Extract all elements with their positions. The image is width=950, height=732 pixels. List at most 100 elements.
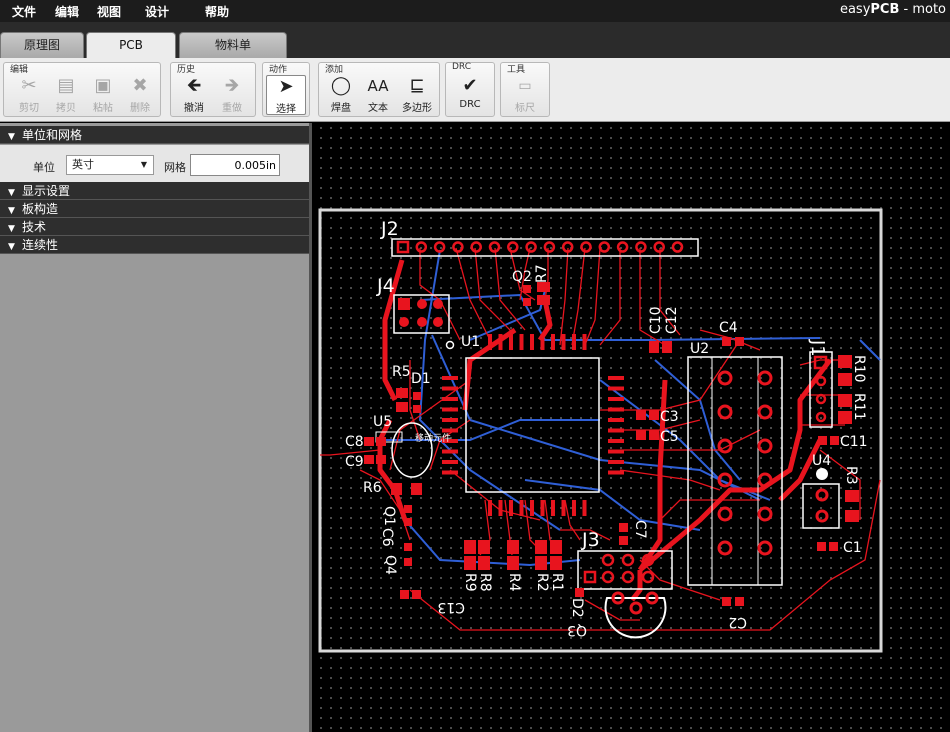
j2-pads xyxy=(396,240,684,254)
ref-r9: R9 xyxy=(462,573,478,592)
j2-pad xyxy=(635,241,647,253)
u1-pad xyxy=(530,334,534,350)
unit-select[interactable]: 英寸 ▼ xyxy=(66,155,154,175)
u1-pad xyxy=(608,470,624,475)
ref-c12: C12 xyxy=(664,306,680,334)
undo-button[interactable]: 🡸 撤消 xyxy=(174,75,214,115)
u1-pad xyxy=(442,407,458,412)
u1-pad xyxy=(572,334,576,350)
toolbar: 编辑 ✂ 剪切 ▤ 拷贝 ▣ 粘帖 ✖ 删除 历史 🡸 撤消 🡺 重做 动作 ➤… xyxy=(0,58,950,122)
redo-button[interactable]: 🡺 重做 xyxy=(212,75,252,115)
u1-pin1-marker xyxy=(445,340,455,350)
j2-pad xyxy=(525,241,537,253)
u1-pad xyxy=(442,428,458,433)
ref-u5: U5 xyxy=(373,414,392,430)
text-icon: AA xyxy=(367,77,389,95)
group-title: 编辑 xyxy=(10,65,29,75)
tab-pcb[interactable]: PCB xyxy=(86,32,176,58)
menu-design[interactable]: 设计 xyxy=(145,3,169,20)
u1-pad xyxy=(442,376,458,380)
section-technology[interactable]: ▼ 技术 xyxy=(0,218,309,236)
delete-button[interactable]: ✖ 删除 xyxy=(120,75,160,115)
pad-button[interactable]: ◯ 焊盘 xyxy=(321,75,361,115)
j2-pad xyxy=(653,241,665,253)
u1-pad xyxy=(608,386,624,391)
ref-q2: Q2 xyxy=(512,269,532,285)
ref-q1: Q1 xyxy=(381,506,397,526)
drc-button[interactable]: ✔ DRC xyxy=(450,75,490,115)
ref-j3: J3 xyxy=(581,529,600,551)
ref-c3: C3 xyxy=(660,409,679,425)
section-units-grid[interactable]: ▼ 单位和网格 xyxy=(0,126,309,144)
u1-pad xyxy=(540,500,545,516)
scissors-icon: ✂ xyxy=(21,75,37,96)
u1-pad xyxy=(608,439,624,443)
ref-c7: C7 xyxy=(632,520,648,539)
u1-pad xyxy=(608,428,624,433)
section-board-construction[interactable]: ▼ 板构造 xyxy=(0,200,309,218)
ref-r10: R10 xyxy=(851,355,867,383)
j2-pad xyxy=(488,241,501,253)
ref-c2: C2 xyxy=(728,614,747,630)
u1-pad xyxy=(442,460,458,464)
properties-panel: ▼单位和网格 单位 英寸 ▼ 网格 ▼显示设置 ▼板构造 ▼技术 ▼连续性 xyxy=(0,123,312,732)
menu-view[interactable]: 视图 xyxy=(97,3,121,20)
ref-j4: J4 xyxy=(376,275,395,297)
ruler-button[interactable]: ▭ 标尺 xyxy=(505,75,545,115)
u1-pad xyxy=(519,334,524,350)
ref-r8: R8 xyxy=(477,573,493,592)
menu-file[interactable]: 文件 xyxy=(12,3,36,20)
pad-circle-icon: ◯ xyxy=(330,75,352,96)
grid-label: 网格 xyxy=(164,161,186,174)
grid-size-input[interactable] xyxy=(190,154,280,176)
polygon-button[interactable]: ⊑ 多边形 xyxy=(397,75,437,115)
u1-pad xyxy=(509,500,513,516)
ref-c13: C13 xyxy=(437,599,465,615)
tab-schematic[interactable]: 原理图 xyxy=(0,32,84,58)
u1-pad xyxy=(561,334,566,350)
u4-pads xyxy=(815,488,829,523)
menu-edit[interactable]: 编辑 xyxy=(55,3,79,20)
cut-button[interactable]: ✂ 剪切 xyxy=(9,75,49,115)
paste-button[interactable]: ▣ 粘帖 xyxy=(83,75,123,115)
u1-pad xyxy=(509,334,513,350)
u1-pad xyxy=(498,334,503,350)
j2-pad xyxy=(671,241,684,253)
toolbar-group-history: 历史 🡸 撤消 🡺 重做 xyxy=(170,62,256,117)
ref-d2: D2 xyxy=(569,598,585,618)
j2-pad xyxy=(543,241,556,253)
u1-pad xyxy=(442,449,458,454)
u1-pad xyxy=(540,334,545,350)
delete-x-icon: ✖ xyxy=(132,75,148,96)
text-button[interactable]: AA 文本 xyxy=(358,75,398,115)
pcb-canvas[interactable]: J2 J4 Q2 R7 U1 C10 C12 C4 U2 J1 R10 R11 … xyxy=(316,123,950,732)
board-outline xyxy=(318,208,883,653)
ref-r2: R2 xyxy=(534,573,550,592)
u1-pad xyxy=(498,500,503,516)
ref-c6: C6 xyxy=(379,528,395,547)
ref-q3: Q3 xyxy=(567,622,587,638)
u1-pad xyxy=(530,500,534,516)
section-connectivity[interactable]: ▼ 连续性 xyxy=(0,236,309,254)
polygon-icon: ⊑ xyxy=(409,75,425,96)
pcb-drawing[interactable]: J2 J4 Q2 R7 U1 C10 C12 C4 U2 J1 R10 R11 … xyxy=(316,123,950,732)
select-button[interactable]: ➤ 选择 xyxy=(266,75,306,115)
u1-pad xyxy=(442,418,458,422)
toolbar-group-action: 动作 ➤ 选择 xyxy=(262,62,310,117)
j2-pad xyxy=(507,241,519,253)
tab-bom[interactable]: 物料单 xyxy=(179,32,287,58)
menu-help[interactable]: 帮助 xyxy=(205,3,229,20)
ref-u1: U1 xyxy=(461,334,480,350)
ref-r6: R6 xyxy=(363,480,382,496)
menubar: 文件 编辑 视图 设计 帮助 easyPCB - moto xyxy=(0,0,950,22)
u1-pad xyxy=(608,418,624,422)
copy-button[interactable]: ▤ 拷贝 xyxy=(46,75,86,115)
u1-pad xyxy=(551,500,555,516)
u1-pad xyxy=(608,460,624,464)
section-display-settings[interactable]: ▼ 显示设置 xyxy=(0,182,309,200)
u1-pad xyxy=(608,376,624,380)
ref-j2: J2 xyxy=(380,218,399,240)
ref-d1: D1 xyxy=(411,371,431,387)
j2-pad xyxy=(452,241,464,253)
ref-c10: C10 xyxy=(648,306,664,334)
